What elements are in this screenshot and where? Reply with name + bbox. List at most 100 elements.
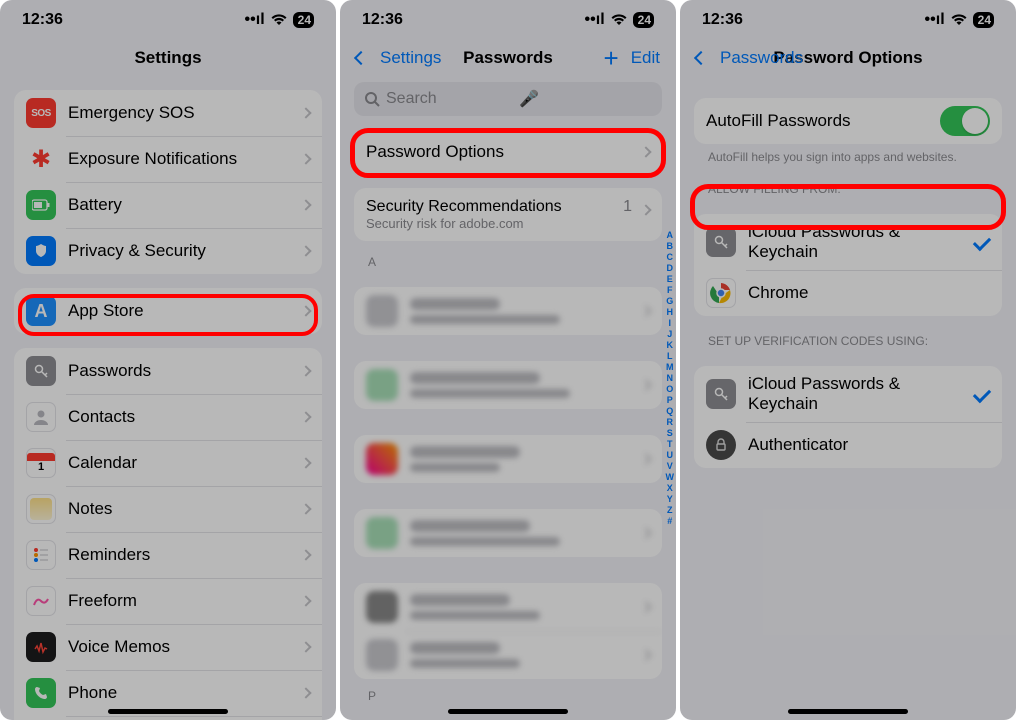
row-label: Exposure Notifications	[68, 149, 302, 169]
row-label: AutoFill Passwords	[706, 111, 940, 131]
autofill-toggle-row[interactable]: AutoFill Passwords	[694, 98, 1002, 144]
password-entry[interactable]	[354, 583, 662, 631]
settings-row-contacts[interactable]: Contacts	[14, 394, 322, 440]
row-label: Authenticator	[748, 435, 990, 455]
row-label: Emergency SOS	[68, 103, 302, 123]
site-icon	[366, 295, 398, 327]
row-label: Contacts	[68, 407, 302, 427]
settings-row-voice-memos[interactable]: Voice Memos	[14, 624, 322, 670]
settings-row-passwords[interactable]: Passwords	[14, 348, 322, 394]
status-indicators: ••ıl 24	[245, 11, 314, 29]
search-input[interactable]: Search 🎤	[354, 82, 662, 116]
autofill-toggle[interactable]	[940, 106, 990, 136]
add-button[interactable]: +	[604, 45, 619, 71]
password-entry[interactable]	[354, 509, 662, 557]
keychain-icon	[706, 227, 736, 257]
row-label: Password Options	[366, 142, 642, 162]
chevron-right-icon	[640, 146, 651, 157]
search-icon	[364, 91, 380, 107]
row-label: App Store	[68, 301, 302, 321]
home-indicator	[448, 709, 568, 714]
settings-group-3: Passwords Contacts 1Calendar Notes Reminders…	[14, 348, 322, 720]
chevron-right-icon	[640, 527, 651, 538]
row-label: iCloud Passwords & Keychain	[748, 222, 974, 262]
checkmark-icon	[973, 233, 991, 251]
row-label: Phone	[68, 683, 302, 703]
autofill-group: AutoFill Passwords	[694, 98, 1002, 144]
security-rec-group: Security Recommendations Security risk f…	[354, 188, 662, 241]
row-label: Notes	[68, 499, 302, 519]
site-icon	[366, 517, 398, 549]
wifi-icon	[951, 14, 967, 26]
back-button[interactable]: Settings	[356, 48, 441, 68]
section-header-p: P	[340, 679, 676, 707]
row-label: Chrome	[748, 283, 990, 303]
page-title: Settings	[0, 48, 336, 68]
status-bar: 12:36 ••ıl 24	[0, 0, 336, 40]
settings-row-exposure[interactable]: ✱ Exposure Notifications	[14, 136, 322, 182]
password-list-e	[354, 583, 662, 679]
settings-row-app-store[interactable]: AApp Store	[14, 288, 322, 334]
settings-row-reminders[interactable]: Reminders	[14, 532, 322, 578]
search-placeholder: Search	[386, 90, 519, 108]
status-bar: 12:36 ••ıl 24	[340, 0, 676, 40]
chevron-right-icon	[640, 204, 651, 215]
screen-passwords: 12:36 ••ıl 24 Settings Passwords + Edit …	[340, 0, 676, 720]
authenticator-row[interactable]: Authenticator	[694, 422, 1002, 468]
chevron-right-icon	[300, 107, 311, 118]
emergency-sos-icon: SOS	[26, 98, 56, 128]
autofill-subtitle: AutoFill helps you sign into apps and we…	[680, 144, 1016, 164]
chevron-left-icon	[694, 51, 708, 65]
home-indicator	[108, 709, 228, 714]
password-options-row[interactable]: Password Options	[354, 130, 662, 174]
password-entry[interactable]	[354, 435, 662, 483]
chevron-right-icon	[300, 503, 311, 514]
chevron-right-icon	[640, 305, 651, 316]
phone-icon	[26, 678, 56, 708]
screen-password-options: 12:36 ••ıl 24 Passwords Password Options…	[680, 0, 1016, 720]
row-label: Battery	[68, 195, 302, 215]
settings-row-freeform[interactable]: Freeform	[14, 578, 322, 624]
battery-icon	[26, 190, 56, 220]
password-list-d	[354, 509, 662, 557]
security-recommendations-row[interactable]: Security Recommendations Security risk f…	[354, 188, 662, 241]
keychain-verify-row[interactable]: iCloud Passwords & Keychain	[694, 366, 1002, 422]
freeform-icon	[26, 586, 56, 616]
row-label: Passwords	[68, 361, 302, 381]
settings-row-messages[interactable]: Messages	[14, 716, 322, 720]
exposure-icon: ✱	[26, 144, 56, 174]
settings-row-emergency-sos[interactable]: SOS Emergency SOS	[14, 90, 322, 136]
mic-icon[interactable]: 🎤	[519, 89, 652, 109]
index-strip[interactable]: ABCDEFGHIJKLMNOPQRSTUVWXYZ#	[666, 230, 675, 527]
nav-bar: Settings Passwords + Edit	[340, 40, 676, 76]
settings-row-privacy[interactable]: Privacy & Security	[14, 228, 322, 274]
status-indicators: ••ıl 24	[925, 11, 994, 29]
allow-from-group: iCloud Passwords & Keychain Chrome	[694, 214, 1002, 316]
calendar-icon: 1	[26, 448, 56, 478]
site-icon	[366, 443, 398, 475]
wifi-icon	[271, 14, 287, 26]
status-time: 12:36	[22, 11, 63, 29]
password-entry[interactable]	[354, 631, 662, 679]
settings-row-battery[interactable]: Battery	[14, 182, 322, 228]
checkmark-icon	[973, 385, 991, 403]
site-icon	[366, 369, 398, 401]
settings-row-calendar[interactable]: 1Calendar	[14, 440, 322, 486]
passwords-icon	[26, 356, 56, 386]
edit-button[interactable]: Edit	[631, 48, 660, 68]
settings-row-notes[interactable]: Notes	[14, 486, 322, 532]
keychain-icon	[706, 379, 736, 409]
verification-group: iCloud Passwords & Keychain Authenticato…	[694, 366, 1002, 468]
settings-group-2: AApp Store	[14, 288, 322, 334]
password-entry[interactable]	[354, 361, 662, 409]
chrome-row[interactable]: Chrome	[694, 270, 1002, 316]
chevron-right-icon	[300, 365, 311, 376]
notes-icon	[26, 494, 56, 524]
keychain-row[interactable]: iCloud Passwords & Keychain	[694, 214, 1002, 270]
back-button[interactable]: Passwords	[696, 48, 803, 68]
nav-bar: Settings	[0, 40, 336, 76]
back-label: Passwords	[720, 48, 803, 68]
password-entry[interactable]	[354, 287, 662, 335]
chevron-right-icon	[300, 199, 311, 210]
chevron-right-icon	[300, 549, 311, 560]
